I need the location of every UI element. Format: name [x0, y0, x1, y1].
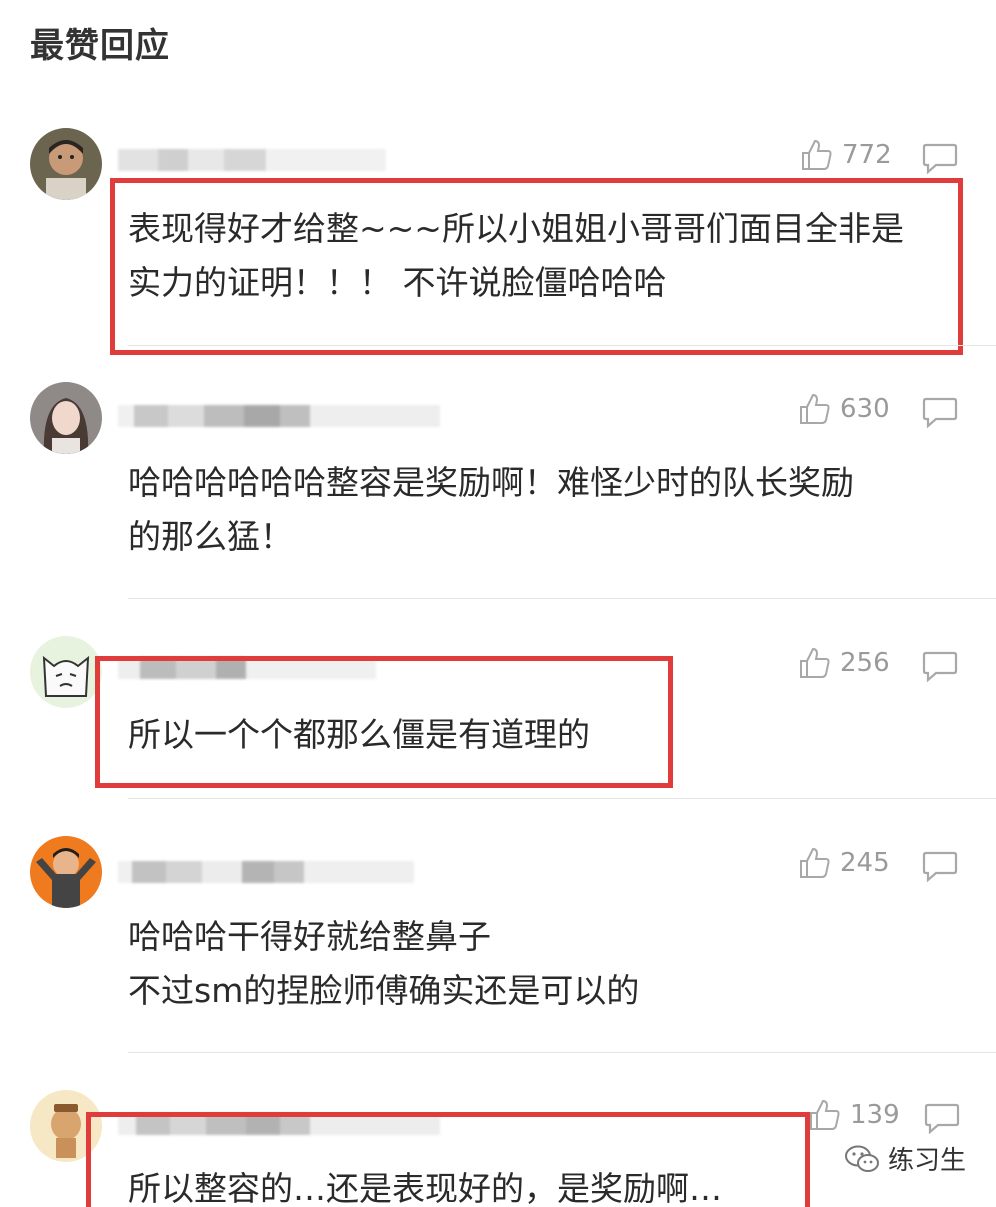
like-count: 139 — [850, 1100, 900, 1130]
divider — [128, 798, 996, 799]
thumbs-up-icon — [800, 647, 830, 678]
divider — [128, 598, 996, 599]
divider — [128, 345, 996, 346]
reply-icon[interactable] — [922, 396, 958, 428]
like-count: 772 — [842, 140, 892, 170]
reply-icon[interactable] — [922, 142, 958, 174]
username-obscured — [118, 144, 386, 176]
reply-icon[interactable] — [922, 650, 958, 682]
thumbs-up-icon — [810, 1099, 840, 1130]
like-count: 245 — [840, 848, 890, 878]
like-button[interactable]: 630 — [798, 392, 890, 426]
highlight-box — [110, 178, 963, 355]
highlight-box — [86, 1112, 810, 1207]
username-obscured — [118, 400, 440, 432]
reply-icon[interactable] — [924, 1102, 960, 1134]
like-button[interactable]: 772 — [800, 138, 892, 172]
divider — [128, 1052, 996, 1053]
like-button[interactable]: 139 — [808, 1098, 900, 1132]
thumbs-up-icon — [802, 139, 832, 170]
thumbs-up-icon — [800, 393, 830, 424]
avatar[interactable] — [30, 836, 102, 908]
avatar[interactable] — [30, 382, 102, 454]
like-count: 256 — [840, 648, 890, 678]
reply-icon[interactable] — [922, 850, 958, 882]
section-title: 最赞回应 — [30, 26, 170, 66]
like-count: 630 — [840, 394, 890, 424]
thumbs-up-icon — [800, 847, 830, 878]
watermark: 练习生 — [844, 1140, 966, 1177]
comment-text: 哈哈哈干得好就给整鼻子 不过sm的捏脸师傅确实还是可以的 — [128, 917, 640, 1010]
comment-text: 哈哈哈哈哈哈整容是奖励啊！难怪少时的队长奖励 的那么猛！ — [128, 463, 854, 556]
username-obscured — [118, 856, 414, 888]
like-button[interactable]: 245 — [798, 846, 890, 880]
watermark-label: 练习生 — [887, 1146, 966, 1176]
avatar[interactable] — [30, 636, 102, 708]
wechat-icon — [844, 1145, 879, 1172]
highlight-box — [95, 656, 673, 788]
like-button[interactable]: 256 — [798, 646, 890, 680]
avatar[interactable] — [30, 128, 102, 200]
